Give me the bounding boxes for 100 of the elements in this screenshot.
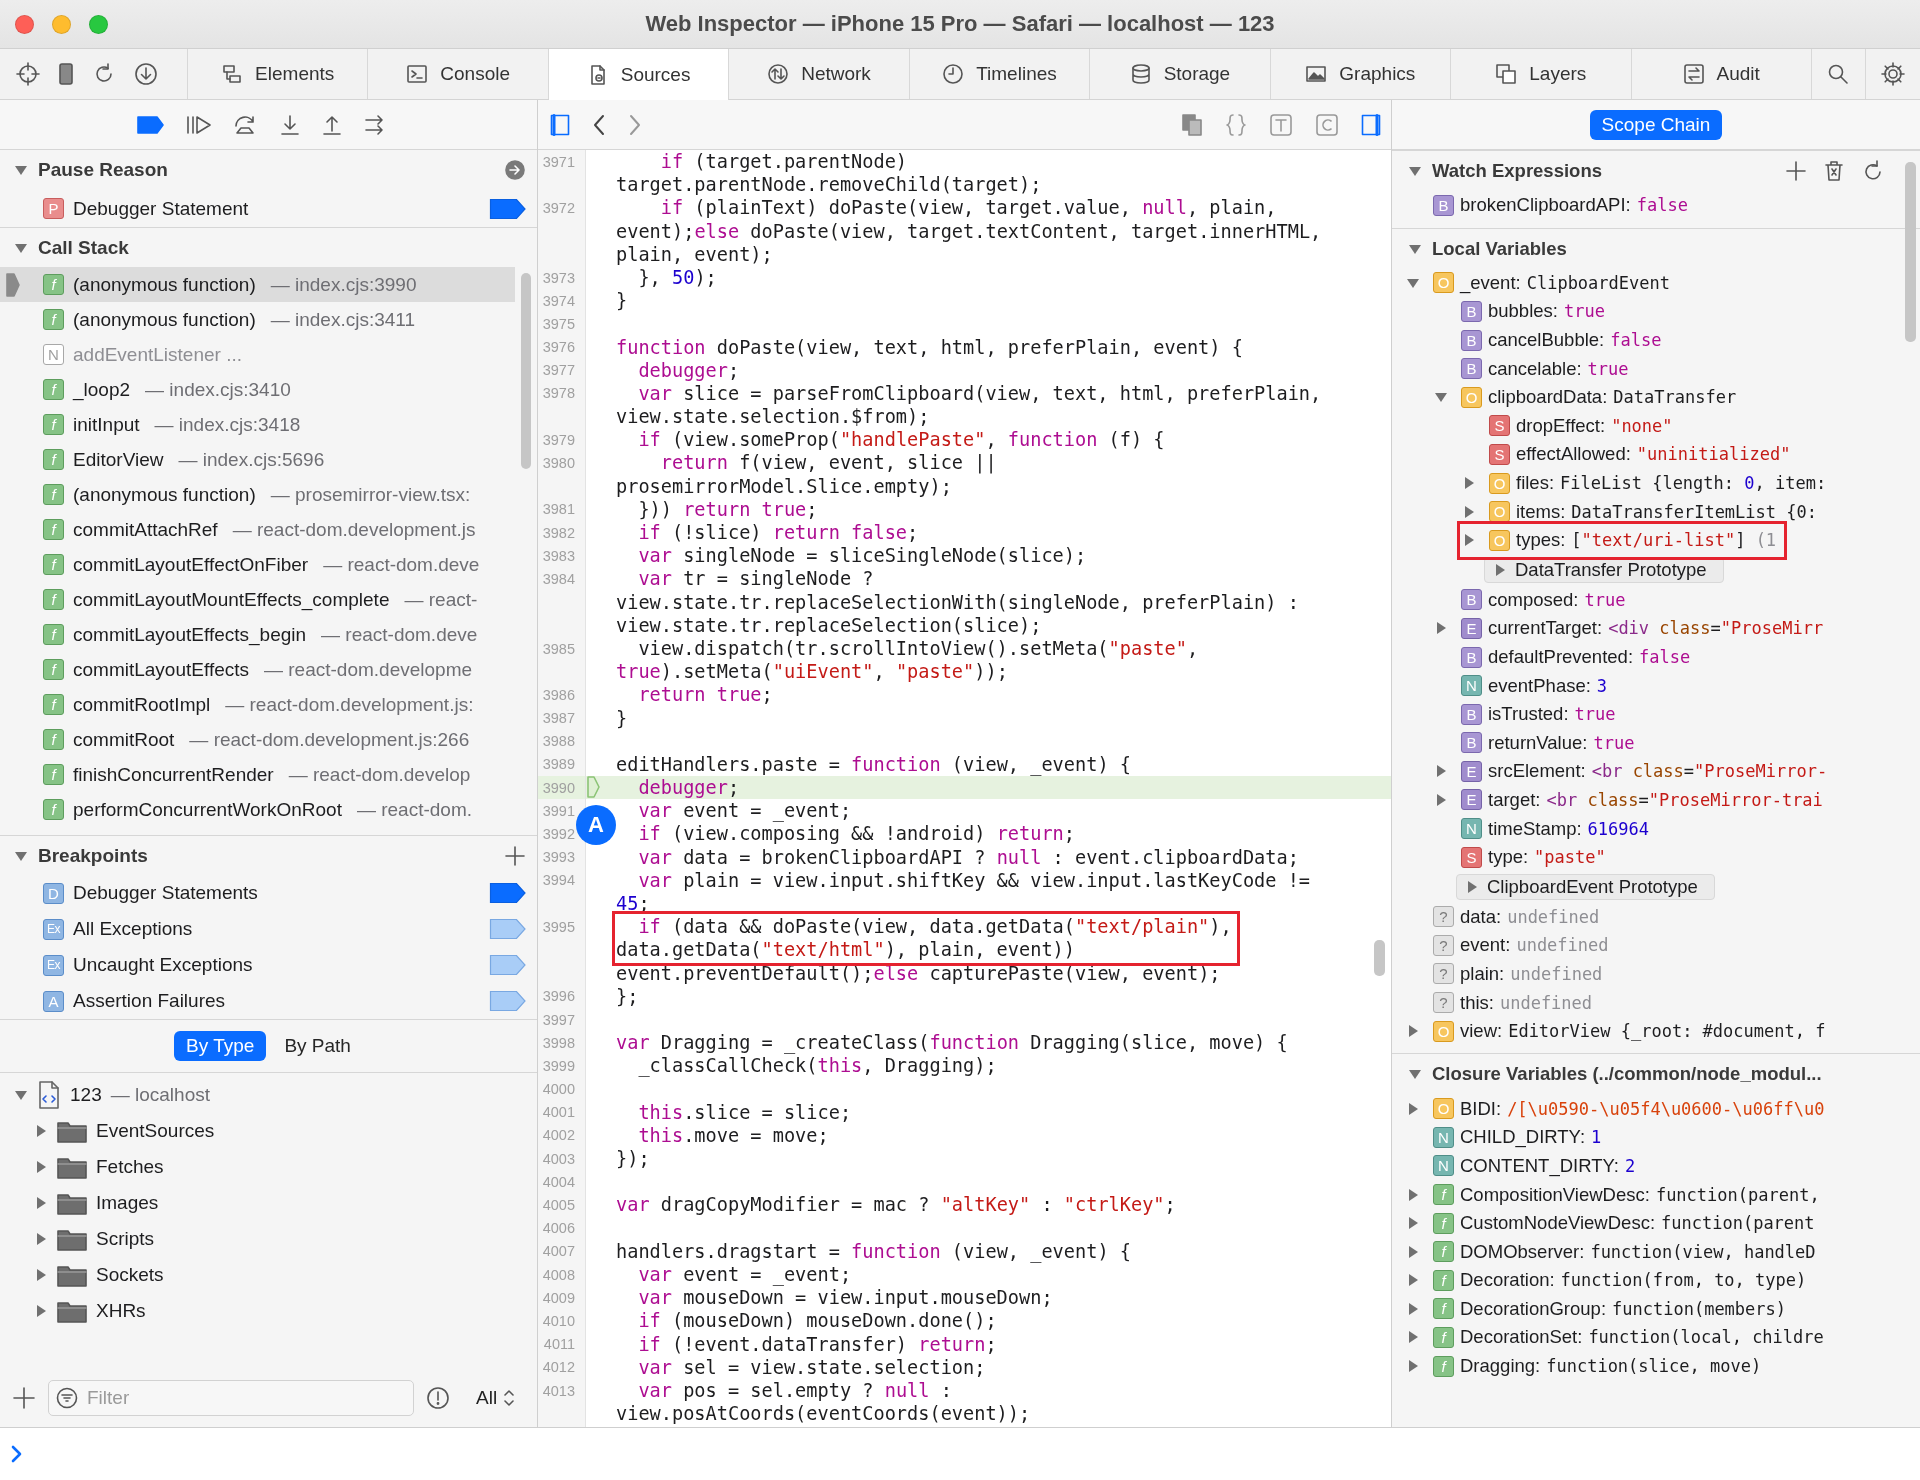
segment-button[interactable]: By Type xyxy=(174,1031,267,1061)
folder-item[interactable]: Images xyxy=(0,1185,537,1221)
call-stack-item[interactable]: f EditorView — index.cjs:5696 xyxy=(0,442,515,477)
variable-name[interactable]: event: xyxy=(1460,934,1511,957)
breakpoint-item[interactable]: Ex All Exceptions xyxy=(0,911,537,947)
variable-name[interactable]: DecorationSet: xyxy=(1460,1326,1583,1349)
variable-name[interactable]: cancelable: xyxy=(1488,357,1582,380)
variable-name[interactable]: Decoration: xyxy=(1460,1269,1555,1292)
call-stack-item[interactable]: f commitLayoutEffectOnFiber — react-dom.deve xyxy=(0,547,515,582)
reload-icon[interactable] xyxy=(1862,160,1884,182)
disclosure-triangle[interactable] xyxy=(1434,621,1448,636)
tab[interactable]: Console xyxy=(368,49,549,99)
sidebar-left-icon[interactable] xyxy=(550,113,570,136)
plus-icon[interactable] xyxy=(505,845,525,866)
variable-name[interactable]: timeStamp: xyxy=(1488,817,1582,840)
variable-name[interactable]: srcElement: xyxy=(1488,760,1586,783)
breakpoint-marker[interactable] xyxy=(489,954,527,976)
variable-name[interactable]: CustomNodeViewDesc: xyxy=(1460,1212,1656,1235)
tab[interactable]: Storage xyxy=(1090,49,1271,99)
disclosure-triangle[interactable] xyxy=(1462,476,1476,491)
tab[interactable]: Timelines xyxy=(909,49,1091,99)
variable-name[interactable]: defaultPrevented: xyxy=(1488,646,1634,668)
sidebar-right-icon[interactable] xyxy=(1361,113,1381,136)
variable-name[interactable]: this: xyxy=(1460,991,1494,1014)
tab[interactable]: Graphics xyxy=(1270,49,1452,99)
variable-name[interactable]: BIDI: xyxy=(1460,1097,1502,1120)
disclosure-triangle[interactable] xyxy=(1406,1273,1420,1288)
call-stack-item[interactable]: f (anonymous function) — index.cjs:3411 xyxy=(0,302,515,337)
variable-name[interactable]: types: xyxy=(1516,529,1566,552)
disclosure-triangle[interactable] xyxy=(1406,1301,1420,1316)
phone-icon[interactable] xyxy=(57,62,75,86)
disclosure-triangle[interactable] xyxy=(1465,879,1479,894)
scope-chain-button[interactable]: Scope Chain xyxy=(1589,109,1723,140)
chevron-right-icon[interactable] xyxy=(628,113,642,136)
tab[interactable]: Sources xyxy=(548,49,730,100)
plus-icon[interactable] xyxy=(12,1385,36,1410)
disclosure-triangle[interactable] xyxy=(14,163,28,177)
call-stack-item[interactable]: f performConcurrentWorkOnRoot — react-dom. xyxy=(0,792,515,827)
disclosure-triangle[interactable] xyxy=(1406,1330,1420,1345)
breakpoint-marker[interactable] xyxy=(489,918,527,940)
t-box-icon[interactable] xyxy=(1269,112,1293,137)
disclosure-triangle[interactable] xyxy=(1406,1216,1420,1231)
call-stack-item[interactable]: f initInput — index.cjs:3418 xyxy=(0,407,515,442)
variable-name[interactable]: currentTarget: xyxy=(1488,617,1603,640)
folder-item[interactable]: Scripts xyxy=(0,1221,537,1257)
disclosure-triangle[interactable] xyxy=(1462,504,1476,519)
variable-name[interactable]: _event: xyxy=(1460,271,1521,294)
variable-name[interactable]: DecorationGroup: xyxy=(1460,1297,1607,1320)
crosshair-icon[interactable] xyxy=(16,62,40,86)
scrollbar-thumb[interactable] xyxy=(1374,940,1385,976)
tab[interactable]: Audit xyxy=(1631,49,1812,99)
disclosure-triangle[interactable] xyxy=(1406,1244,1420,1259)
variable-name[interactable]: composed: xyxy=(1488,588,1579,611)
call-stack-item[interactable]: f commitLayoutEffects — react-dom.developme xyxy=(0,652,515,687)
search-icon[interactable] xyxy=(1827,63,1850,85)
variable-name[interactable]: data: xyxy=(1460,905,1502,928)
disclosure-triangle[interactable] xyxy=(34,1268,48,1282)
variable-name[interactable]: CompositionViewDesc: xyxy=(1460,1183,1650,1206)
disclosure-triangle[interactable] xyxy=(1406,1101,1420,1116)
c-box-icon[interactable] xyxy=(1315,112,1339,137)
variable-name[interactable]: plain: xyxy=(1460,962,1505,985)
variable-name[interactable]: cancelBubble: xyxy=(1488,329,1605,352)
disclosure-triangle[interactable] xyxy=(1493,563,1507,578)
braces-icon[interactable] xyxy=(1225,112,1247,137)
call-stack-item[interactable]: f (anonymous function) — index.cjs:3990 xyxy=(0,267,515,302)
disclosure-triangle[interactable] xyxy=(1434,764,1448,779)
call-stack-item[interactable]: f (anonymous function) — prosemirror-view.tsx: xyxy=(0,477,515,512)
exclamation-circle-icon[interactable] xyxy=(426,1385,450,1410)
disclosure-triangle[interactable] xyxy=(34,1160,48,1174)
down-arrow-icon[interactable] xyxy=(279,113,301,136)
call-stack-item[interactable]: f _loop2 — index.cjs:3410 xyxy=(0,372,515,407)
up-arrow-icon[interactable] xyxy=(321,113,343,136)
tab[interactable]: Network xyxy=(729,49,910,99)
call-stack-item[interactable]: f commitRoot — react-dom.development.js:266 xyxy=(0,722,515,757)
tab[interactable]: Layers xyxy=(1451,49,1632,99)
disclosure-triangle[interactable] xyxy=(14,1088,28,1102)
tab[interactable]: Elements xyxy=(188,49,369,99)
filter-field[interactable]: Filter xyxy=(48,1379,414,1416)
variable-name[interactable]: DOMObserver: xyxy=(1460,1240,1585,1263)
variable-name[interactable]: effectAllowed: xyxy=(1516,443,1631,466)
disclosure-triangle[interactable] xyxy=(1406,1024,1420,1039)
folder-item[interactable]: XHRs xyxy=(0,1293,537,1329)
breakpoint-item[interactable]: D Debugger Statements xyxy=(0,875,537,911)
variable-name[interactable]: view: xyxy=(1460,1020,1503,1043)
segment-button[interactable]: By Path xyxy=(272,1031,363,1061)
bar-triangle-icon[interactable] xyxy=(185,113,213,136)
plus-icon[interactable] xyxy=(1786,161,1806,181)
variable-name[interactable]: dropEffect: xyxy=(1516,414,1606,437)
breakpoint-marker[interactable] xyxy=(489,882,527,904)
call-stack-item[interactable]: f commitAttachRef — react-dom.development.js xyxy=(0,512,515,547)
folder-item[interactable]: Fetches xyxy=(0,1149,537,1185)
call-stack-item[interactable]: f commitLayoutMountEffects_complete — react- xyxy=(0,582,515,617)
disclosure-triangle[interactable] xyxy=(1406,1359,1420,1374)
zoom-button[interactable] xyxy=(89,14,108,34)
breakpoint-marker[interactable] xyxy=(489,197,527,220)
variable-name[interactable]: brokenClipboardAPI: xyxy=(1460,194,1631,217)
variable-name[interactable]: eventPhase: xyxy=(1488,674,1591,697)
disclosure-triangle[interactable] xyxy=(1434,793,1448,807)
disclosure-triangle[interactable] xyxy=(34,1304,48,1318)
disclosure-triangle[interactable] xyxy=(1462,533,1476,548)
